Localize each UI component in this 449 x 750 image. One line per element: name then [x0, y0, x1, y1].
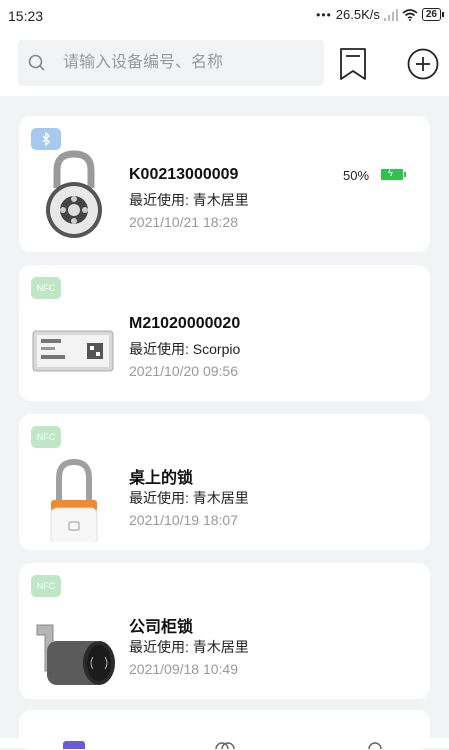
padlock-device-image	[46, 150, 102, 238]
last-used-by: 最近使用: 青木居里	[129, 490, 249, 506]
last-used-by: 最近使用: Scorpio	[129, 341, 241, 357]
last-used-by: 最近使用: 青木居里	[129, 639, 249, 655]
last-used-date: 2021/10/20 09:56	[129, 363, 238, 379]
last-used-date: 2021/10/21 18:28	[129, 214, 238, 230]
device-card[interactable]: K00213000009 50% ϟ 最近使用: 青木居里 2021/10/21…	[19, 116, 430, 252]
e-label-device-image	[32, 330, 114, 372]
bottom-nav	[0, 738, 449, 749]
more-dots-icon: •••	[316, 7, 332, 22]
search-icon	[27, 53, 47, 73]
status-indicators: ••• 26.5K/s 26	[316, 7, 445, 22]
bookmark-icon[interactable]	[338, 47, 368, 81]
last-used-date: 2021/09/18 10:49	[129, 661, 238, 677]
last-used-by: 最近使用: 青木居里	[129, 192, 249, 208]
status-time: 15:23	[8, 8, 44, 24]
device-battery-icon: ϟ	[381, 168, 406, 180]
device-name: K00213000009	[129, 166, 239, 183]
device-name: 公司柜锁	[129, 619, 194, 636]
cabinet-lock-device-image	[36, 624, 115, 685]
device-card[interactable]: NFC M21020000020 最近使用: Scorpio 2021/10/2…	[19, 265, 430, 401]
signal-icon	[383, 8, 398, 21]
device-name: M21020000020	[129, 315, 241, 332]
network-speed: 26.5K/s	[335, 7, 380, 22]
device-card[interactable]: NFC 公司柜锁 最近使用: 青木居里 2021/09/18 10:49	[19, 563, 430, 699]
battery-percent: 50%	[343, 168, 370, 183]
status-bar: 15:23 ••• 26.5K/s 26	[0, 0, 449, 30]
nfc-padlock-device-image	[50, 458, 98, 542]
last-used-date: 2021/10/19 18:07	[129, 512, 238, 528]
device-name: 桌上的锁	[129, 470, 194, 487]
wifi-icon	[402, 8, 418, 21]
add-device-icon[interactable]	[406, 47, 440, 81]
device-card[interactable]: NFC 桌上的锁 最近使用: 青木居里 2021/10/19 18:07	[19, 414, 430, 550]
search-input[interactable]	[61, 53, 305, 73]
search-bar[interactable]	[18, 40, 324, 86]
battery-icon: 26	[421, 8, 445, 21]
header	[0, 30, 449, 96]
